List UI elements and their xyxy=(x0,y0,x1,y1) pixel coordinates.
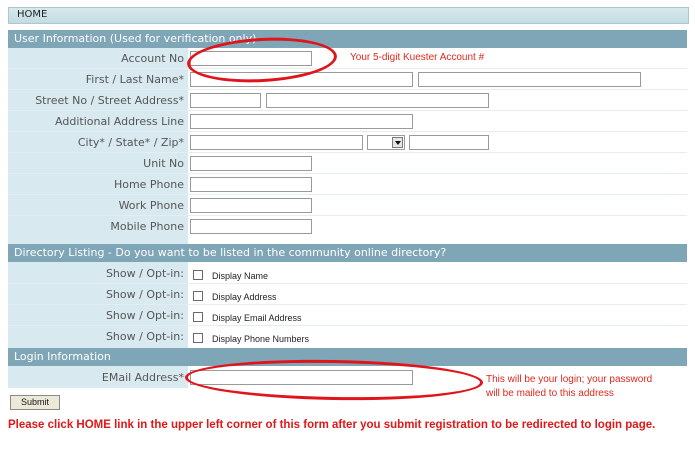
display-address-label: Display Address xyxy=(212,292,277,302)
submit-button[interactable]: Submit xyxy=(10,395,60,410)
row-divider xyxy=(8,131,687,132)
row-divider xyxy=(8,152,687,153)
display-address-checkbox[interactable] xyxy=(193,291,203,301)
login-note-line2: will be mailed to this address xyxy=(486,388,614,399)
mobile-phone-input[interactable] xyxy=(190,219,312,234)
redirect-instruction: Please click HOME link in the upper left… xyxy=(8,419,656,431)
display-phone-label: Display Phone Numbers xyxy=(212,334,310,344)
row-divider xyxy=(8,304,687,305)
email-label: EMail Address* xyxy=(101,371,184,384)
user-info-header: User Information (Used for verification … xyxy=(8,30,687,48)
city-input[interactable] xyxy=(190,135,363,150)
opt-in-label: Show / Opt-in: xyxy=(105,330,184,343)
additional-address-label: Additional Address Line xyxy=(55,115,184,128)
home-bar: HOME xyxy=(8,7,689,24)
account-note: Your 5-digit Kuester Account # xyxy=(350,52,485,63)
chevron-down-icon xyxy=(392,137,403,148)
row-divider xyxy=(8,68,687,69)
row-divider xyxy=(8,325,687,326)
mobile-phone-label: Mobile Phone xyxy=(110,220,184,233)
row-divider xyxy=(8,110,687,111)
work-phone-label: Work Phone xyxy=(118,199,184,212)
work-phone-input[interactable] xyxy=(190,198,312,213)
opt-in-label: Show / Opt-in: xyxy=(105,309,184,322)
last-name-input[interactable] xyxy=(418,72,641,87)
row-divider xyxy=(8,89,687,90)
directory-title: Directory Listing - Do you want to be li… xyxy=(14,246,447,259)
unit-no-input[interactable] xyxy=(190,156,312,171)
display-phone-checkbox[interactable] xyxy=(193,333,203,343)
home-phone-label: Home Phone xyxy=(113,178,184,191)
city-state-zip-label: City* / State* / Zip* xyxy=(77,136,184,149)
row-divider xyxy=(8,215,687,216)
display-name-checkbox[interactable] xyxy=(193,270,203,280)
display-email-checkbox[interactable] xyxy=(193,312,203,322)
display-email-label: Display Email Address xyxy=(212,313,302,323)
row-divider xyxy=(8,173,687,174)
login-title: Login Information xyxy=(14,350,111,363)
street-address-input[interactable] xyxy=(266,93,489,108)
street-no-input[interactable] xyxy=(190,93,261,108)
directory-header: Directory Listing - Do you want to be li… xyxy=(8,244,687,262)
login-note-line1: This will be your login; your password xyxy=(486,374,653,385)
display-name-label: Display Name xyxy=(212,271,269,281)
row-divider xyxy=(8,283,687,284)
unit-no-label: Unit No xyxy=(143,157,184,170)
row-divider xyxy=(8,194,687,195)
account-no-label: Account No xyxy=(121,52,184,65)
state-select[interactable] xyxy=(367,135,405,150)
opt-in-label: Show / Opt-in: xyxy=(105,267,184,280)
additional-address-input[interactable] xyxy=(190,114,413,129)
zip-input[interactable] xyxy=(409,135,489,150)
opt-in-label: Show / Opt-in: xyxy=(105,288,184,301)
home-link[interactable]: HOME xyxy=(17,9,47,20)
street-label: Street No / Street Address* xyxy=(35,94,184,107)
name-label: First / Last Name* xyxy=(85,73,184,86)
home-phone-input[interactable] xyxy=(190,177,312,192)
